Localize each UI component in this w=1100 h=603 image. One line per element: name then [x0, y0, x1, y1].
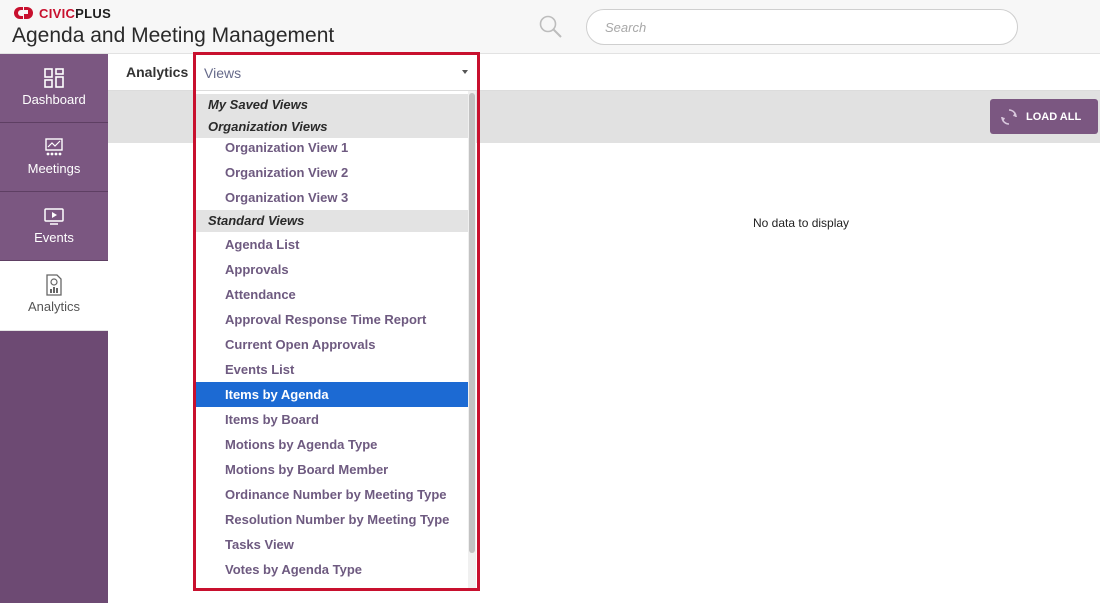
dropdown-option[interactable]: Events List: [196, 357, 468, 382]
views-select-value: Views: [204, 65, 242, 81]
dropdown-option[interactable]: Current Open Approvals: [196, 332, 468, 357]
dropdown-option[interactable]: Organization View 2: [196, 160, 468, 185]
civicplus-logo-icon: [14, 7, 34, 19]
dropdown-option[interactable]: Items by Board: [196, 407, 468, 432]
dropdown-option[interactable]: Motions by Agenda Type: [196, 432, 468, 457]
dropdown-option[interactable]: Motions by Board Member: [196, 457, 468, 482]
sidebar-item-label: Events: [34, 230, 74, 245]
sidebar-item-label: Analytics: [27, 299, 81, 314]
dropdown-option[interactable]: Attendance: [196, 282, 468, 307]
dropdown-scrollbar[interactable]: [468, 91, 476, 588]
dropdown-option[interactable]: Organization View 3: [196, 185, 468, 210]
empty-state-message: No data to display: [753, 216, 850, 230]
sidebar: Dashboard Meetings Events Analytics: [0, 54, 108, 603]
dropdown-option[interactable]: Agenda List: [196, 232, 468, 257]
load-all-label: LOAD ALL: [1026, 110, 1082, 123]
chevron-down-icon[interactable]: [462, 70, 468, 74]
analytics-icon: [46, 274, 62, 296]
analytics-subbar: Analytics Views: [108, 54, 1100, 91]
refresh-icon: [1001, 108, 1017, 125]
app-header: CIVICPLUS Agenda and Meeting Management: [0, 0, 1100, 54]
sidebar-item-meetings[interactable]: Meetings: [0, 123, 108, 192]
views-select[interactable]: Views: [196, 57, 476, 87]
sidebar-item-analytics[interactable]: Analytics: [0, 261, 108, 331]
dropdown-option[interactable]: Ordinance Number by Meeting Type: [196, 482, 468, 507]
dropdown-scrollbar-thumb[interactable]: [469, 93, 475, 553]
search-icon[interactable]: [538, 14, 564, 40]
sidebar-item-events[interactable]: Events: [0, 192, 108, 261]
dropdown-option[interactable]: Resolution Number by Meeting Type: [196, 507, 468, 532]
dropdown-option[interactable]: Approval Response Time Report: [196, 307, 468, 332]
civicplus-logo[interactable]: CIVICPLUS: [14, 5, 111, 21]
dropdown-option-selected[interactable]: Items by Agenda: [196, 382, 468, 407]
dashboard-icon: [44, 68, 64, 88]
dropdown-option[interactable]: Tasks View: [196, 532, 468, 557]
dropdown-group-standard-views: Standard Views: [196, 210, 468, 232]
sidebar-item-label: Meetings: [27, 161, 81, 176]
views-dropdown-list[interactable]: My Saved Views Organization Views Organi…: [196, 91, 468, 588]
events-icon: [44, 208, 64, 225]
sidebar-item-label: Dashboard: [22, 92, 86, 107]
dropdown-group-my-saved-views: My Saved Views: [196, 94, 468, 116]
dropdown-option[interactable]: Organization View 1: [196, 135, 468, 160]
app-title: Agenda and Meeting Management: [12, 24, 335, 47]
page-title: Analytics: [126, 64, 189, 80]
sidebar-item-dashboard[interactable]: Dashboard: [0, 54, 108, 123]
meetings-icon: [45, 138, 63, 156]
search-input[interactable]: [586, 9, 1018, 45]
dropdown-option[interactable]: Approvals: [196, 257, 468, 282]
load-all-button[interactable]: LOAD ALL: [990, 99, 1098, 134]
dropdown-option[interactable]: Votes by Agenda Type: [196, 557, 468, 582]
logo-text: CIVICPLUS: [39, 5, 112, 21]
